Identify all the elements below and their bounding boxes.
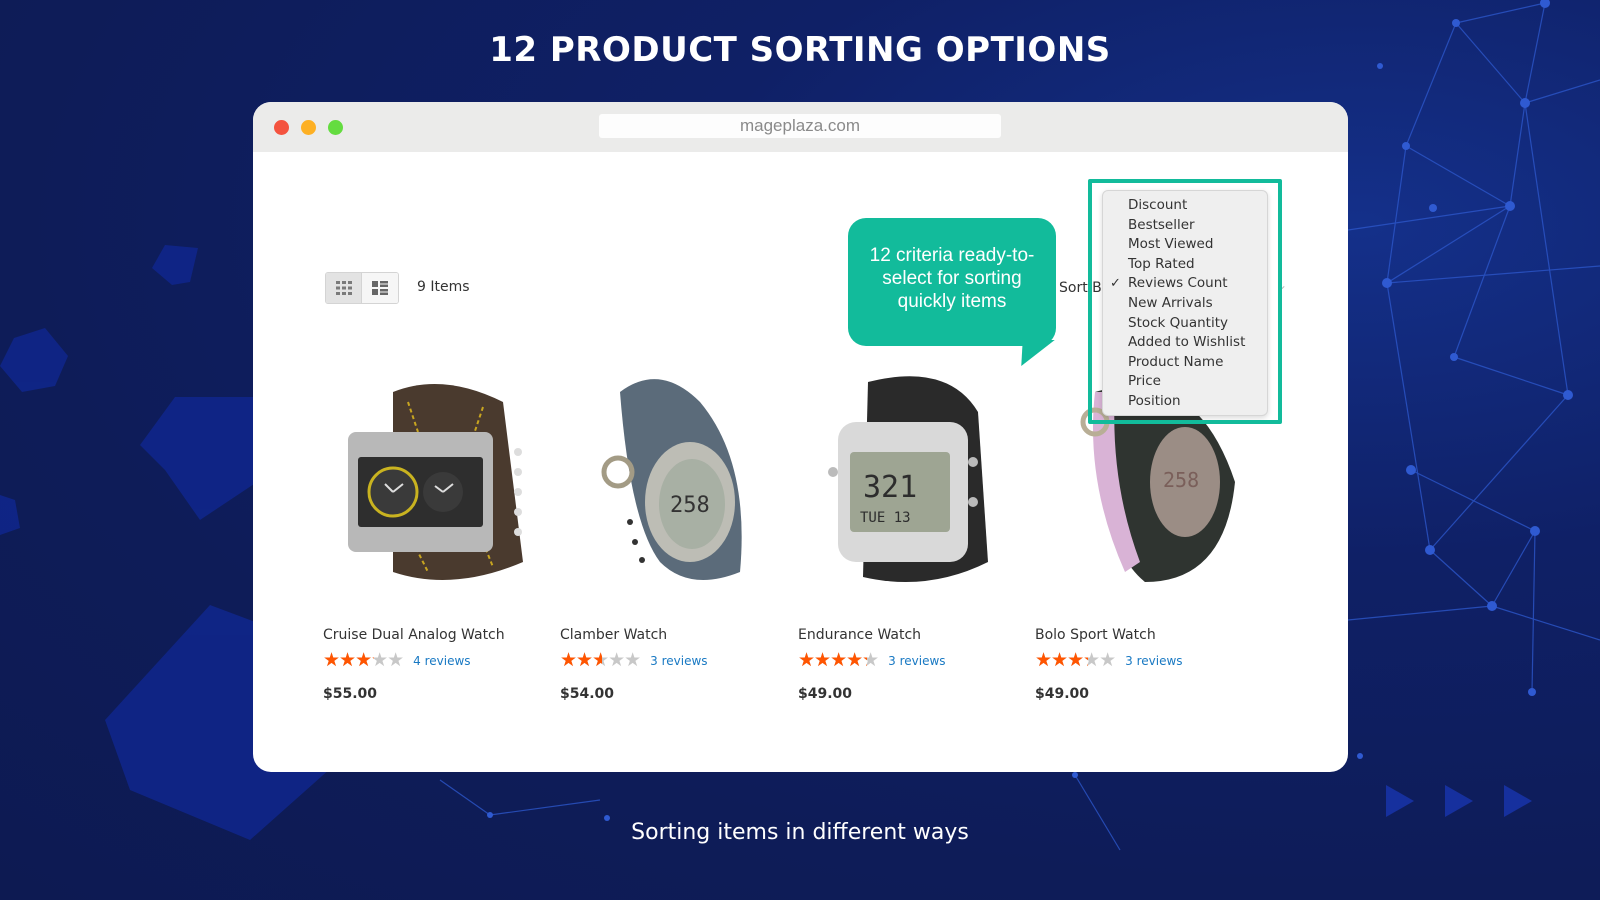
callout-text: 12 criteria ready-to-select for sorting …	[869, 245, 1035, 312]
items-count: 9 Items	[417, 279, 470, 295]
product-image[interactable]: 258	[560, 347, 790, 607]
dropdown-highlight-frame	[1088, 179, 1282, 424]
product-image[interactable]: 321 TUE 13	[798, 347, 1028, 607]
arrow-decoration	[1445, 785, 1473, 817]
list-view-button[interactable]	[362, 273, 398, 303]
star-rating-icon: ★★★★★★★★★★	[798, 650, 879, 671]
star-rating-fill: ★★★★★	[798, 651, 867, 670]
product-name-link[interactable]: Bolo Sport Watch	[1035, 627, 1265, 643]
grid-view-button[interactable]	[326, 273, 362, 303]
svg-text:321: 321	[863, 470, 917, 505]
reviews-link[interactable]: 3 reviews	[1125, 654, 1182, 668]
product-name-link[interactable]: Clamber Watch	[560, 627, 790, 643]
svg-text:258: 258	[670, 493, 710, 518]
product-price: $49.00	[798, 686, 853, 702]
cube-decoration	[0, 328, 68, 392]
svg-text:258: 258	[1163, 468, 1199, 492]
close-window-button[interactable]	[274, 120, 289, 135]
product-price: $54.00	[560, 686, 615, 702]
star-rating-fill: ★★★★★	[1035, 651, 1088, 670]
product-card: Cruise Dual Analog Watch ★★★★★★★★★★ 4 revi…	[323, 347, 553, 702]
svg-text:TUE 13: TUE 13	[860, 510, 911, 526]
product-name-link[interactable]: Endurance Watch	[798, 627, 1028, 643]
reviews-link[interactable]: 4 reviews	[413, 654, 470, 668]
product-price: $49.00	[1035, 686, 1090, 702]
reviews-link[interactable]: 3 reviews	[888, 654, 945, 668]
arrow-decoration	[1504, 785, 1532, 817]
grid-icon	[335, 281, 352, 295]
cube-decoration	[0, 495, 20, 535]
reviews-link[interactable]: 3 reviews	[650, 654, 707, 668]
cube-decoration	[140, 397, 260, 520]
product-name-link[interactable]: Cruise Dual Analog Watch	[323, 627, 553, 643]
product-price: $55.00	[323, 686, 378, 702]
browser-titlebar: mageplaza.com	[253, 102, 1348, 152]
callout-bubble: 12 criteria ready-to-select for sorting …	[848, 218, 1056, 346]
page-headline: 12 PRODUCT SORTING OPTIONS	[489, 30, 1111, 70]
product-card: 321 TUE 13 Endurance Watch ★★★★★★★★★★ 3 re…	[798, 347, 1028, 702]
list-icon	[372, 281, 388, 295]
rating-row: ★★★★★★★★★★ 3 reviews	[798, 651, 1028, 670]
rating-row: ★★★★★★★★★★ 4 reviews	[323, 651, 553, 670]
address-bar[interactable]: mageplaza.com	[599, 114, 1001, 138]
star-rating-icon: ★★★★★★★★★★	[1035, 650, 1116, 671]
product-image[interactable]	[323, 347, 553, 607]
arrow-decoration	[1386, 785, 1414, 817]
star-rating-fill: ★★★★★	[560, 651, 602, 670]
view-mode-switcher	[325, 272, 399, 304]
product-card: 258 Clamber Watch ★★★★★★★★★★ 3 reviews $54.…	[560, 347, 790, 702]
browser-window: mageplaza.com 9 Items Sort By ⌄ Cruise D…	[253, 102, 1348, 772]
rating-row: ★★★★★★★★★★ 3 reviews	[560, 651, 790, 670]
rating-row: ★★★★★★★★★★ 3 reviews	[1035, 651, 1265, 670]
cube-decoration	[152, 245, 198, 285]
maximize-window-button[interactable]	[328, 120, 343, 135]
page-subtitle: Sorting items in different ways	[631, 820, 969, 845]
minimize-window-button[interactable]	[301, 120, 316, 135]
star-rating-icon: ★★★★★★★★★★	[323, 650, 404, 671]
star-rating-fill: ★★★★★	[323, 651, 374, 670]
star-rating-icon: ★★★★★★★★★★	[560, 650, 641, 671]
